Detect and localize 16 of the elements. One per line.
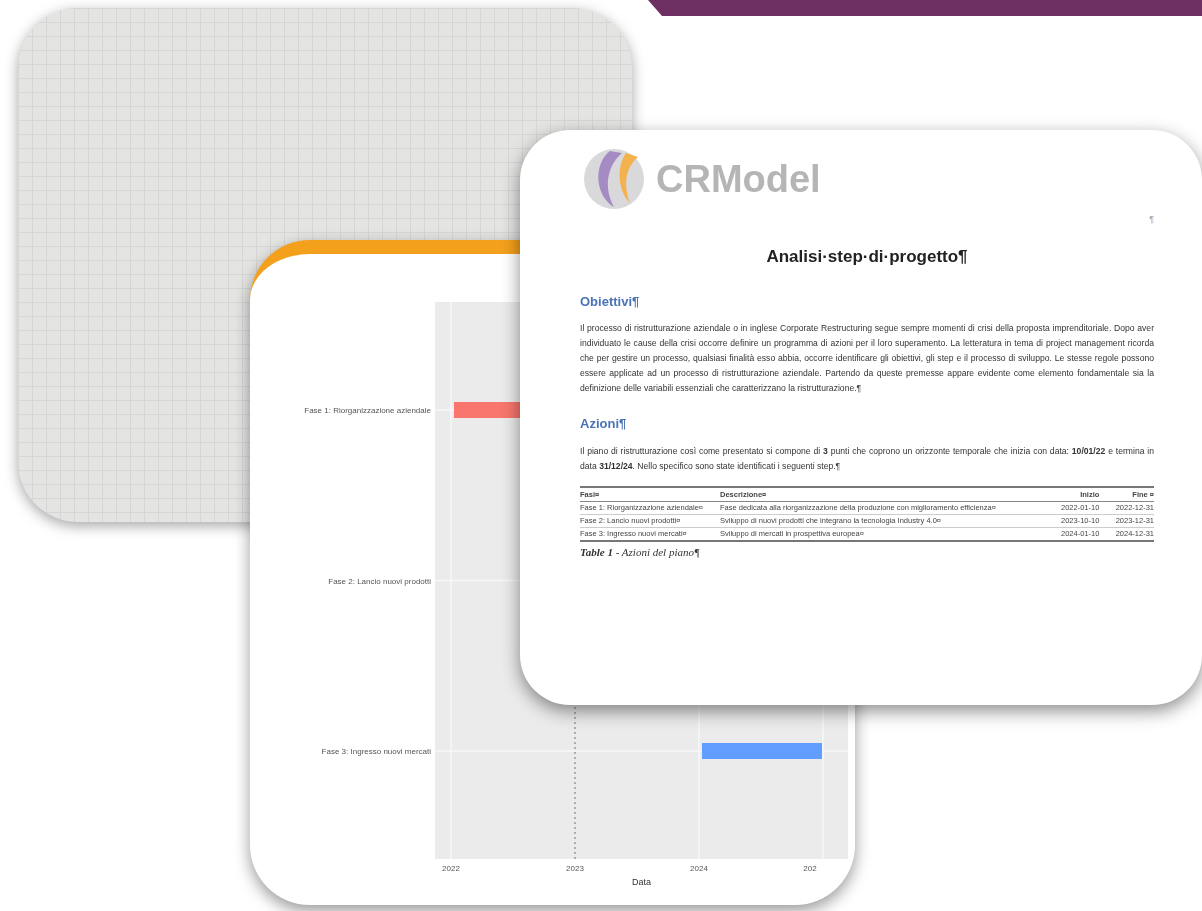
tick-label: 2022	[442, 864, 460, 873]
axis-title: Data	[632, 877, 651, 887]
paragraph: Il processo di ristrutturazione aziendale o in inglese Corporate Restructuring segue sempre momenti di crisi della proposta imprenditoriale. Dopo aver individuato le cause della crisi occorre definire un programma di azioni per il loro superamento. La letteratura in tema di project management ricorda che per gestire un processo, qualsiasi finalità esso abbia, occorre identificare gli obiettivi, gli step e il processo di sviluppo. Le stesse regole possono essere applicate ad un processo di ristrutturazione aziendale. Partendo da queste premesse appare evidente come elemento fondamentale sia la definizione delle variabili essenziali che caratterizzano la ristrutturazione.¶	[580, 322, 1154, 395]
axis-label: Fase 3: Ingresso nuovi mercati	[321, 747, 431, 756]
document-title: Analisi·step·di·progetto¶	[766, 246, 968, 268]
logo-text: CRModel	[656, 156, 821, 202]
section-heading: Azioni¶	[580, 415, 628, 433]
table-caption: Table 1 - Azioni del piano¶	[580, 544, 701, 560]
pilcrow-mark: ¶	[1149, 212, 1154, 226]
paragraph: Il piano di ristrutturazione così come presentato si compone di 3 punti che coprono un orizzonte temporale che inizia con data: 10/01/22 e termina in data 31/12/24. Nello specifico sono state identificati i seguenti step.¶	[580, 444, 1154, 473]
tick-label: 202	[803, 864, 817, 873]
tick-label: 2024	[690, 864, 708, 873]
axis-label: Fase 2: Lancio nuovi prodotti	[328, 576, 431, 586]
tick-label: 2023	[566, 864, 584, 873]
section-heading: Obiettivi¶	[580, 292, 641, 311]
axis-label: Fase 1: Riorganizzazione aziendale	[304, 406, 431, 415]
